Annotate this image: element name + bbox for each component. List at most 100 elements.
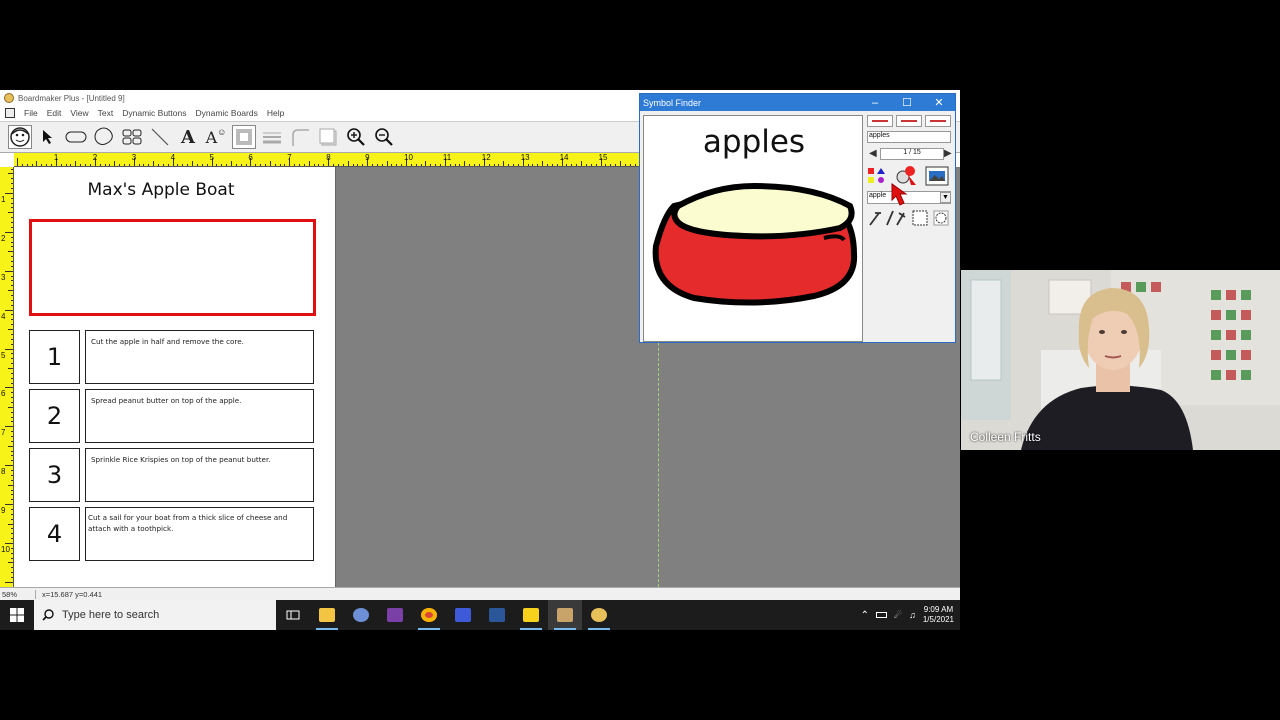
rounded-rect-icon[interactable] [64,125,88,149]
board-page[interactable]: Max's Apple Boat 1 Cut the apple in half… [14,167,336,587]
start-button[interactable] [0,600,34,630]
step-number-cell[interactable]: 2 [29,389,80,443]
minimize-icon[interactable]: – [860,94,890,111]
ruler-label: 9 [365,153,370,162]
ruler-label: 7 [287,153,292,162]
symbol-finder-window: Symbol Finder – ☐ ✕ apples apples ◀ 1 / … [639,93,956,343]
step-text-cell[interactable]: Spread peanut butter on top of the apple… [85,389,314,443]
ruler-label: 13 [520,153,530,162]
color-shapes-icon[interactable] [867,167,889,185]
symbol-option-3-icon[interactable] [925,115,951,127]
spelling-icon[interactable]: A ☺ [204,125,228,149]
ruler-label: 3 [131,153,137,162]
zoom-in-icon[interactable] [344,125,368,149]
pointer-icon[interactable] [36,125,60,149]
maximize-icon[interactable]: ☐ [892,94,922,111]
select-lasso-icon[interactable] [933,210,949,226]
page-title[interactable]: Max's Apple Boat [14,180,308,200]
next-arrow-icon[interactable]: ▶ [944,148,954,160]
status-bar: 58% x=15.687 y=0.441 [0,587,960,600]
wifi-icon[interactable]: ☄ [894,610,902,621]
menu-dynamic-boards[interactable]: Dynamic Boards [195,108,257,118]
ruler-tick [5,465,13,467]
ruler-tick [5,270,13,272]
chevron-down-icon[interactable]: ▼ [940,192,951,203]
app-title: Boardmaker Plus - [Untitled 9] [18,93,125,103]
symbol-finder-icon[interactable] [8,125,32,149]
clock-date: 1/5/2021 [922,615,954,624]
vpn-shield-icon[interactable] [446,600,480,630]
ruler-label: 8 [1,467,6,477]
ruler-label: 6 [248,153,253,162]
ruler-label: 11 [442,153,452,162]
menu-dynamic-buttons[interactable]: Dynamic Buttons [122,108,186,118]
file-explorer-icon[interactable] [310,600,344,630]
fill-color-icon[interactable] [232,125,256,149]
paint-icon[interactable] [344,600,378,630]
document-icon[interactable] [5,108,15,118]
step-text-cell[interactable]: Sprinkle Rice Krispies on top of the pea… [85,448,314,502]
ruler-label: 8 [326,153,331,162]
clock[interactable]: 9:09 AM 1/5/2021 [923,605,954,626]
step-number-cell[interactable]: 1 [29,330,80,384]
ruler-label: 2 [1,233,6,243]
close-icon[interactable]: ✕ [924,94,954,111]
menu-edit[interactable]: Edit [47,108,62,118]
system-tray: ⌃ ☄ ♫ 9:09 AM 1/5/2021 [861,600,954,630]
volume-icon[interactable]: ♫ [909,610,916,620]
symbol-finder-title: Symbol Finder [643,97,702,108]
select-rect-icon[interactable] [912,210,928,226]
corner-icon[interactable] [288,125,312,149]
ruler-tick [5,387,13,389]
step-text-cell[interactable]: Cut the apple in half and remove the cor… [85,330,314,384]
screen-share-app-icon[interactable] [548,600,582,630]
task-view-icon[interactable] [276,600,310,630]
onenote-icon[interactable] [378,600,412,630]
menu-view[interactable]: View [70,108,88,118]
ruler-tick [5,309,13,311]
zoom-out-icon[interactable] [372,125,396,149]
picture-frame-icon[interactable] [925,166,949,186]
symbol-search-input[interactable]: apples [867,131,951,143]
symbol-option-1-icon[interactable] [867,115,893,127]
shadow-icon[interactable] [316,125,340,149]
step-text-cell[interactable]: Cut a sail for your boat from a thick sl… [85,507,314,561]
ruler-label: 2 [92,153,98,162]
ruler-tick [17,158,18,166]
battery-icon[interactable] [876,612,888,618]
boardmaker-taskbar-icon[interactable] [582,600,616,630]
line-thickness-icon[interactable] [260,125,284,149]
sticky-notes-icon[interactable] [514,600,548,630]
webcam-feed: Colleen Fritts [961,270,1280,450]
menu-help[interactable]: Help [267,108,284,118]
tools-icon[interactable] [867,209,907,227]
taskbar-search-box[interactable]: Type here to search [34,600,276,630]
word-icon[interactable] [480,600,514,630]
step-number-cell[interactable]: 3 [29,448,80,502]
freeform-icon[interactable] [92,125,116,149]
boardmaker-app-icon [4,93,14,103]
chevron-up-icon[interactable]: ⌃ [861,610,869,621]
vertical-ruler: 1 2 3 4 5 6 7 8 9 10 [0,167,14,587]
chrome-icon[interactable] [412,600,446,630]
search-placeholder: Type here to search [62,609,160,621]
symbol-option-2-icon[interactable] [896,115,922,127]
ruler-label: 7 [1,428,6,438]
ruler-label: 10 [404,153,413,162]
button-grid-icon[interactable] [120,125,144,149]
ruler-tick [5,348,13,350]
ruler-tick [5,504,13,506]
ruler-label: 5 [209,153,214,162]
menu-text[interactable]: Text [98,108,114,118]
text-tool-icon[interactable]: A [176,125,200,149]
line-icon[interactable] [148,125,172,149]
apple-half-icon [652,182,858,306]
ruler-label: 9 [1,506,6,516]
symbol-options-toolbar [867,115,953,127]
symbol-preview[interactable]: apples [643,115,863,342]
previous-arrow-icon[interactable]: ◀ [869,148,879,160]
menu-file[interactable]: File [24,108,38,118]
ruler-label: 4 [1,311,6,321]
picture-frame[interactable] [29,219,316,316]
step-number-cell[interactable]: 4 [29,507,80,561]
